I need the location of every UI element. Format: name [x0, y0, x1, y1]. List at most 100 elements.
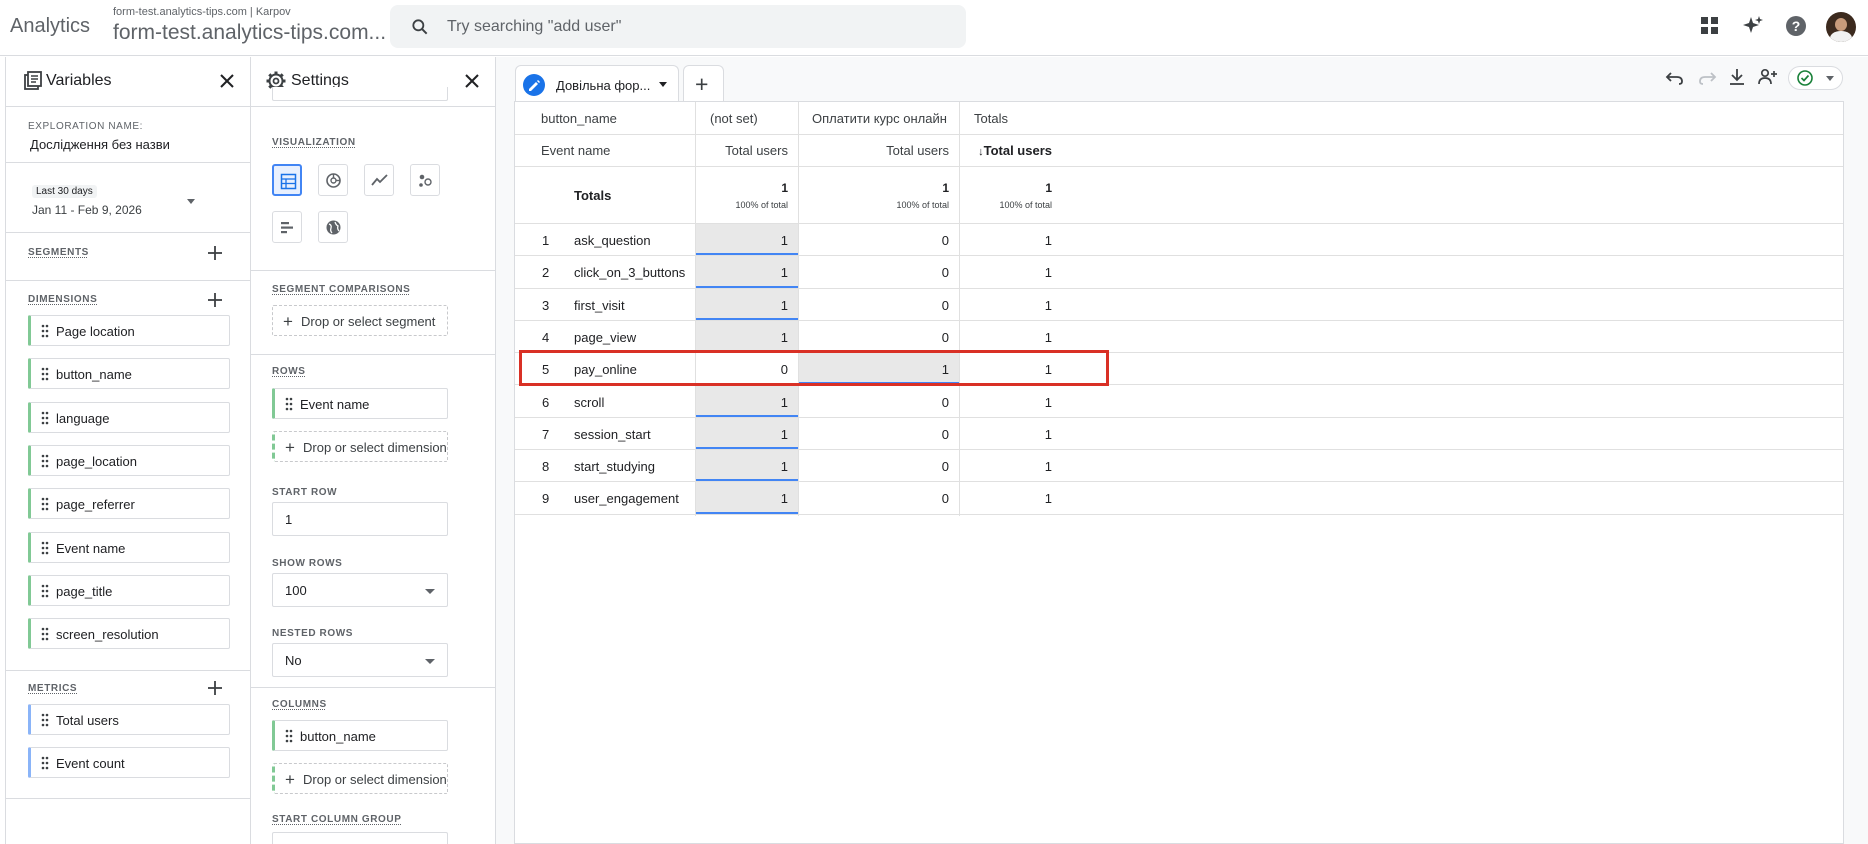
start-row-input[interactable]: 1: [272, 502, 448, 536]
viz-scatter-button[interactable]: [410, 164, 440, 196]
metric-value[interactable]: 1: [965, 491, 1052, 506]
start-column-group-input[interactable]: [272, 832, 448, 844]
metric-value[interactable]: 1: [965, 298, 1052, 313]
dimension-chip[interactable]: page_location: [28, 444, 230, 476]
event-name[interactable]: page_view: [574, 330, 636, 345]
table-row[interactable]: 7 session_start 1 0 1: [515, 417, 1843, 451]
dimension-chip[interactable]: page_title: [28, 574, 230, 606]
metric-value[interactable]: 0: [805, 265, 949, 280]
event-name[interactable]: ask_question: [574, 233, 651, 248]
dimension-chip[interactable]: Page location: [28, 315, 230, 346]
metric-value[interactable]: 1: [705, 265, 788, 280]
drag-handle-icon[interactable]: [41, 367, 49, 381]
metric-value[interactable]: 0: [805, 491, 949, 506]
drag-handle-icon[interactable]: [41, 541, 49, 555]
drag-handle-icon[interactable]: [41, 584, 49, 598]
metric-value[interactable]: 0: [805, 233, 949, 248]
add-dimension-button[interactable]: [206, 291, 224, 309]
scrolled-field[interactable]: [272, 87, 448, 101]
share-users-icon[interactable]: [1757, 66, 1779, 88]
metric-value[interactable]: 0: [805, 330, 949, 345]
metric-chip[interactable]: Total users: [28, 704, 230, 735]
dimension-chip[interactable]: language: [28, 401, 230, 433]
metric-header-sorted[interactable]: ↓Total users: [965, 143, 1052, 158]
avatar[interactable]: [1826, 12, 1856, 42]
sparkle-icon[interactable]: [1741, 14, 1765, 38]
metric-value[interactable]: 1: [705, 491, 788, 506]
table-row[interactable]: 9 user_engagement 1 0 1: [515, 482, 1843, 515]
help-icon[interactable]: ?: [1784, 14, 1808, 38]
column-header[interactable]: Оплатити курс онлайн: [812, 111, 947, 126]
date-range[interactable]: Jan 11 - Feb 9, 2026: [32, 203, 142, 217]
event-name[interactable]: first_visit: [574, 298, 625, 313]
event-name[interactable]: scroll: [574, 395, 604, 410]
chevron-down-icon[interactable]: [187, 199, 195, 204]
drag-handle-icon[interactable]: [41, 324, 49, 338]
dimension-chip[interactable]: button_name: [28, 358, 230, 390]
account-path[interactable]: form-test.analytics-tips.com | Karpov: [113, 6, 291, 18]
event-name[interactable]: session_start: [574, 427, 651, 442]
viz-bar-button[interactable]: [272, 211, 302, 243]
viz-donut-button[interactable]: [318, 164, 348, 196]
metric-value[interactable]: 0: [805, 298, 949, 313]
drop-row-dimension-target[interactable]: + Drop or select dimension: [272, 431, 448, 462]
metric-value[interactable]: 1: [705, 427, 788, 442]
metric-value[interactable]: 0: [805, 427, 949, 442]
metric-value[interactable]: 1: [965, 330, 1052, 345]
column-header[interactable]: (not set): [710, 111, 758, 126]
drag-handle-icon[interactable]: [41, 454, 49, 468]
viz-geo-button[interactable]: [318, 211, 348, 243]
download-icon[interactable]: [1726, 66, 1748, 88]
app-title[interactable]: Analytics: [10, 15, 90, 38]
dimension-chip[interactable]: Event name: [28, 531, 230, 563]
metric-value[interactable]: 1: [705, 233, 788, 248]
metric-value[interactable]: 1: [705, 330, 788, 345]
drag-handle-icon[interactable]: [41, 713, 49, 727]
metric-value[interactable]: 1: [705, 298, 788, 313]
show-rows-select[interactable]: 100: [272, 573, 448, 607]
dimension-chip[interactable]: screen_resolution: [28, 618, 230, 650]
exploration-name[interactable]: Дослідження без назви: [30, 137, 170, 152]
table-row[interactable]: 4 page_view 1 0 1: [515, 320, 1843, 354]
column-dimension-header[interactable]: button_name: [541, 111, 617, 126]
undo-icon[interactable]: [1664, 66, 1686, 88]
chevron-down-icon[interactable]: [659, 82, 667, 87]
property-name[interactable]: form-test.analytics-tips.com...: [113, 21, 386, 45]
row-dimension-chip[interactable]: Event name: [272, 388, 448, 419]
event-name[interactable]: click_on_3_buttons: [574, 265, 685, 280]
metric-value[interactable]: 1: [965, 427, 1052, 442]
metric-value[interactable]: 1: [965, 233, 1052, 248]
metric-header[interactable]: Total users: [805, 143, 949, 158]
metric-header[interactable]: Total users: [705, 143, 788, 158]
close-icon[interactable]: [216, 70, 238, 92]
drag-handle-icon[interactable]: [285, 397, 293, 411]
metric-value[interactable]: 1: [965, 395, 1052, 410]
add-tab-button[interactable]: +: [683, 65, 724, 101]
drag-handle-icon[interactable]: [41, 411, 49, 425]
drag-handle-icon[interactable]: [41, 497, 49, 511]
event-name[interactable]: user_engagement: [574, 491, 679, 506]
status-pill[interactable]: [1788, 66, 1843, 90]
apps-grid-icon[interactable]: [1698, 14, 1722, 38]
metric-value[interactable]: 1: [965, 459, 1052, 474]
dimension-chip[interactable]: page_referrer: [28, 488, 230, 520]
search-bar[interactable]: Try searching "add user": [390, 5, 966, 48]
drag-handle-icon[interactable]: [41, 627, 49, 641]
add-metric-button[interactable]: [206, 679, 224, 697]
row-dimension-header[interactable]: Event name: [541, 143, 610, 158]
column-dimension-chip[interactable]: button_name: [272, 720, 448, 751]
metric-value[interactable]: 1: [705, 459, 788, 474]
metric-chip[interactable]: Event count: [28, 747, 230, 778]
tab-freeform[interactable]: Довільна фор...: [515, 65, 679, 101]
table-row[interactable]: 6 scroll 1 0 1: [515, 385, 1843, 418]
drop-segment-target[interactable]: + Drop or select segment: [272, 305, 448, 336]
table-row[interactable]: 8 start_studying 1 0 1: [515, 450, 1843, 483]
metric-value[interactable]: 0: [805, 459, 949, 474]
drop-column-dimension-target[interactable]: + Drop or select dimension: [272, 763, 448, 794]
event-name[interactable]: start_studying: [574, 459, 655, 474]
redo-icon[interactable]: [1696, 66, 1718, 88]
column-header[interactable]: Totals: [974, 111, 1008, 126]
metric-value[interactable]: 0: [805, 395, 949, 410]
table-row[interactable]: 1 ask_question 1 0 1: [515, 224, 1843, 257]
metric-value[interactable]: 1: [705, 395, 788, 410]
